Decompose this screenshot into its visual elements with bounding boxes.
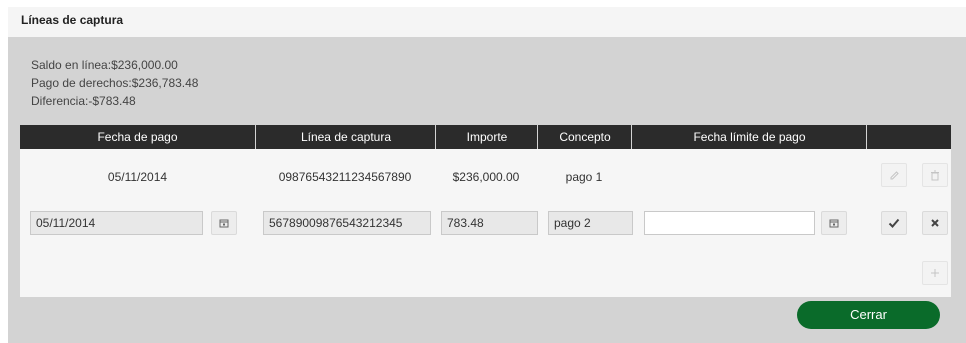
delete-button[interactable] bbox=[922, 163, 948, 187]
edit-button[interactable] bbox=[881, 163, 907, 187]
header-fecha-limite: Fecha límite de pago bbox=[631, 125, 867, 149]
pencil-icon bbox=[890, 170, 899, 179]
fecha-limite-calendar-button[interactable] bbox=[821, 211, 847, 235]
saldo-en-linea: Saldo en línea:$236,000.00 bbox=[31, 58, 178, 72]
calendar-icon bbox=[829, 219, 839, 228]
fecha-limite-input[interactable] bbox=[644, 211, 815, 235]
calendar-icon bbox=[219, 219, 229, 228]
summary-block: Saldo en línea:$236,000.00 Pago de derec… bbox=[31, 56, 198, 110]
close-icon bbox=[931, 219, 939, 227]
panel-title: Líneas de captura bbox=[21, 13, 124, 27]
importe-input[interactable]: 783.48 bbox=[441, 211, 538, 235]
linea-captura-input[interactable]: 56789009876543212345 bbox=[263, 211, 431, 235]
add-row-button[interactable] bbox=[922, 261, 948, 285]
cancel-button[interactable] bbox=[922, 211, 948, 235]
trash-icon bbox=[931, 170, 939, 180]
cell-fecha: 05/11/2014 bbox=[107, 170, 168, 184]
cell-linea: 09876543211234567890 bbox=[278, 170, 412, 184]
panel-header: Líneas de captura bbox=[8, 7, 966, 37]
header-linea-de-captura: Línea de captura bbox=[255, 125, 436, 149]
pago-de-derechos: Pago de derechos:$236,783.48 bbox=[31, 76, 199, 90]
confirm-button[interactable] bbox=[881, 211, 907, 235]
header-importe: Importe bbox=[435, 125, 538, 149]
cerrar-button[interactable]: Cerrar bbox=[797, 301, 940, 329]
captura-table: Fecha de pago Línea de captura Importe C… bbox=[20, 125, 951, 297]
plus-icon bbox=[931, 269, 939, 277]
check-icon bbox=[888, 218, 900, 228]
cell-concepto: pago 1 bbox=[565, 170, 603, 184]
fecha-pago-calendar-button[interactable] bbox=[211, 211, 237, 235]
concepto-input[interactable]: pago 2 bbox=[548, 211, 633, 235]
header-concepto: Concepto bbox=[537, 125, 632, 149]
diferencia: Diferencia:-$783.48 bbox=[31, 94, 136, 108]
cell-importe: $236,000.00 bbox=[452, 170, 520, 184]
fecha-pago-input[interactable]: 05/11/2014 bbox=[30, 211, 203, 235]
header-fecha-de-pago: Fecha de pago bbox=[97, 130, 178, 144]
header-actions bbox=[866, 125, 952, 149]
table-header: Fecha de pago Línea de captura Importe C… bbox=[20, 125, 951, 149]
